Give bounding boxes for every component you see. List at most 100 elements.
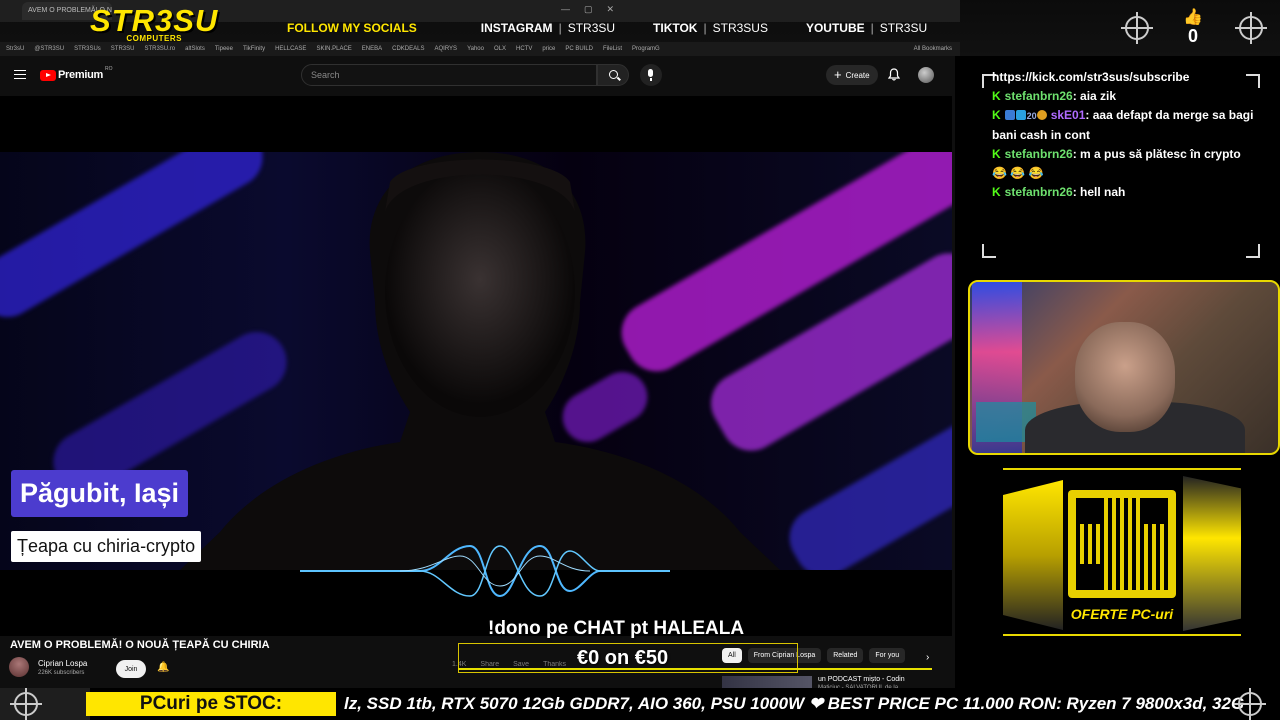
crosshair-icon xyxy=(1234,688,1266,720)
chat-messages: https://kick.com/str3sus/subscribe Kstef… xyxy=(992,70,1254,202)
bookmark-item[interactable]: SKIN.PLACE xyxy=(316,46,351,52)
ticker-label: PCuri pe STOC: xyxy=(86,692,336,716)
chat-message: Kstefanbrn26: aia zik xyxy=(992,89,1117,103)
bookmark-item[interactable]: PC BUILD xyxy=(565,46,593,52)
badge-icon xyxy=(1036,110,1047,120)
youtube-window: Premium RO + Create xyxy=(0,56,955,691)
donation-progress: €0 on €50 xyxy=(577,647,669,669)
social-youtube: YOUTUBE | STR3SU xyxy=(805,21,928,35)
video-title: AVEM O PROBLEMĂ! O NOUĂ ȚEAPĂ CU CHIRIA xyxy=(10,639,270,651)
youtube-premium-label: Premium xyxy=(58,69,103,81)
brand-logo: STR3SU COMPUTERS xyxy=(90,3,219,43)
menu-icon[interactable] xyxy=(14,70,26,79)
search-icon xyxy=(609,70,618,79)
bookmark-item[interactable]: FileList xyxy=(603,46,622,52)
bookmark-item[interactable]: ProgramG xyxy=(632,46,660,52)
audio-waveform xyxy=(300,544,670,598)
voice-search-button[interactable] xyxy=(640,64,662,86)
donation-command: !dono pe CHAT pt HALEALA xyxy=(488,618,745,639)
badge-icon xyxy=(1015,110,1026,120)
badge-icon xyxy=(1004,110,1015,120)
video-player[interactable]: Păgubit, Iași Țeapa cu chiria-crypto xyxy=(0,96,952,636)
promo-divider xyxy=(1003,634,1241,636)
bookmark-item[interactable]: Yahoo xyxy=(467,46,484,52)
promo-label: OFERTE PC-uri xyxy=(1070,606,1174,622)
bookmark-item[interactable]: Str3sU xyxy=(6,46,24,52)
promo-divider xyxy=(1003,468,1241,470)
video-frame: Păgubit, Iași Țeapa cu chiria-crypto xyxy=(0,152,952,570)
bookmark-item[interactable]: altSlots xyxy=(185,46,205,52)
bookmark-item[interactable]: STR3SU xyxy=(111,46,135,52)
plus-icon: + xyxy=(834,67,842,82)
channel-name[interactable]: Ciprian Lospa xyxy=(38,659,87,668)
notifications-icon[interactable] xyxy=(888,68,900,81)
cam-person-head xyxy=(1075,322,1175,432)
bookmark-item[interactable]: ENEBA xyxy=(362,46,382,52)
bookmark-item[interactable]: @STR3SU xyxy=(34,46,64,52)
youtube-play-icon xyxy=(40,69,56,81)
qr-code xyxy=(1068,490,1176,598)
chat-message: K 20 skE01: aaa defapt da merge sa bagi ba… xyxy=(992,108,1254,142)
crosshair-icon xyxy=(1235,12,1267,44)
search-input[interactable] xyxy=(302,65,596,85)
donation-progress-bar xyxy=(458,668,932,670)
chat-message: https://kick.com/str3sus/subscribe xyxy=(992,70,1190,84)
join-button[interactable]: Join xyxy=(116,660,146,678)
window-controls[interactable]: —▢✕ xyxy=(561,4,628,15)
video-subtitle-card: Țeapa cu chiria-crypto xyxy=(11,531,202,562)
bookmark-item[interactable]: OLX xyxy=(494,46,506,52)
socials-bar: FOLLOW MY SOCIALS INSTAGRAM | STR3SU TIKTO… xyxy=(287,21,965,35)
frame-corner xyxy=(982,244,996,258)
kick-icon: K xyxy=(992,185,1001,199)
bookmark-item[interactable]: HCTV xyxy=(516,46,532,52)
thumbs-up-icon: 👍 xyxy=(1183,9,1203,26)
chip-related[interactable]: Related xyxy=(827,648,864,663)
stream-overlay-header: AVEM O PROBLEMĂ! O NOU... —▢✕ Str3sU@STR… xyxy=(0,0,1280,56)
crosshair-icon xyxy=(10,688,42,720)
social-instagram: INSTAGRAM | STR3SU xyxy=(480,21,616,35)
related-title[interactable]: un PODCAST mișto - Codin xyxy=(818,676,905,683)
create-button[interactable]: + Create xyxy=(826,65,878,85)
kick-icon: K xyxy=(992,147,1001,161)
like-count: 0 xyxy=(1187,26,1198,46)
bottom-ticker: PCuri pe STOC: lz, SSD 1tb, RTX 5070 12G… xyxy=(0,688,1280,720)
create-label: Create xyxy=(845,70,870,80)
bookmarks-bar: Str3sU @STR3SU STR3SUs STR3SU STR3SU.ro altSl… xyxy=(0,42,960,56)
youtube-logo[interactable]: Premium RO xyxy=(40,66,113,81)
bookmark-item[interactable]: price xyxy=(542,46,555,52)
chip-for-you[interactable]: For you xyxy=(869,648,906,663)
ticker-text: lz, SSD 1tb, RTX 5070 12Gb GDDR7, AIO 36… xyxy=(344,694,1245,713)
promo-panel: OFERTE PC-uri xyxy=(1003,468,1241,636)
social-tiktok: TIKTOK | STR3SUS xyxy=(653,21,768,35)
bookmark-item[interactable]: CDKDEALS xyxy=(392,46,424,52)
decor-streak xyxy=(778,406,952,570)
chevron-right-icon[interactable]: › xyxy=(926,652,929,663)
country-code: RO xyxy=(104,66,113,72)
bookmark-item[interactable]: HELLCASE xyxy=(275,46,306,52)
chat-panel: https://kick.com/str3sus/subscribe Kstef… xyxy=(982,70,1260,258)
channel-avatar[interactable] xyxy=(9,657,29,677)
subscriber-count: 226K subscribers xyxy=(38,670,85,676)
subscription-bell-icon[interactable]: 🔔 xyxy=(157,662,171,676)
bookmark-item[interactable]: STR3SUs xyxy=(74,46,101,52)
chat-message: Kstefanbrn26: hell nah xyxy=(992,185,1126,199)
chat-message: Kstefanbrn26: m a pus să plătesc în cryp… xyxy=(992,147,1241,180)
crosshair-icon xyxy=(1121,12,1153,44)
person-silhouette xyxy=(180,152,780,570)
search-box xyxy=(301,64,597,86)
all-bookmarks[interactable]: All Bookmarks xyxy=(914,46,952,52)
brand-name: STR3SU xyxy=(90,3,219,38)
youtube-header: Premium RO + Create xyxy=(0,56,955,96)
bookmark-item[interactable]: Tipeee xyxy=(215,46,233,52)
search-button[interactable] xyxy=(597,64,629,86)
frame-corner xyxy=(1246,244,1260,258)
bookmark-item[interactable]: AQIRYS xyxy=(434,46,457,52)
kick-icon: K xyxy=(992,108,1001,122)
follow-label: FOLLOW MY SOCIALS xyxy=(287,21,417,35)
badge-count: 20 xyxy=(1026,111,1037,121)
kick-icon: K xyxy=(992,89,1001,103)
account-avatar[interactable] xyxy=(918,67,934,83)
webcam-feed xyxy=(968,280,1280,455)
bookmark-item[interactable]: TikFinity xyxy=(243,46,265,52)
bookmark-item[interactable]: STR3SU.ro xyxy=(144,46,175,52)
